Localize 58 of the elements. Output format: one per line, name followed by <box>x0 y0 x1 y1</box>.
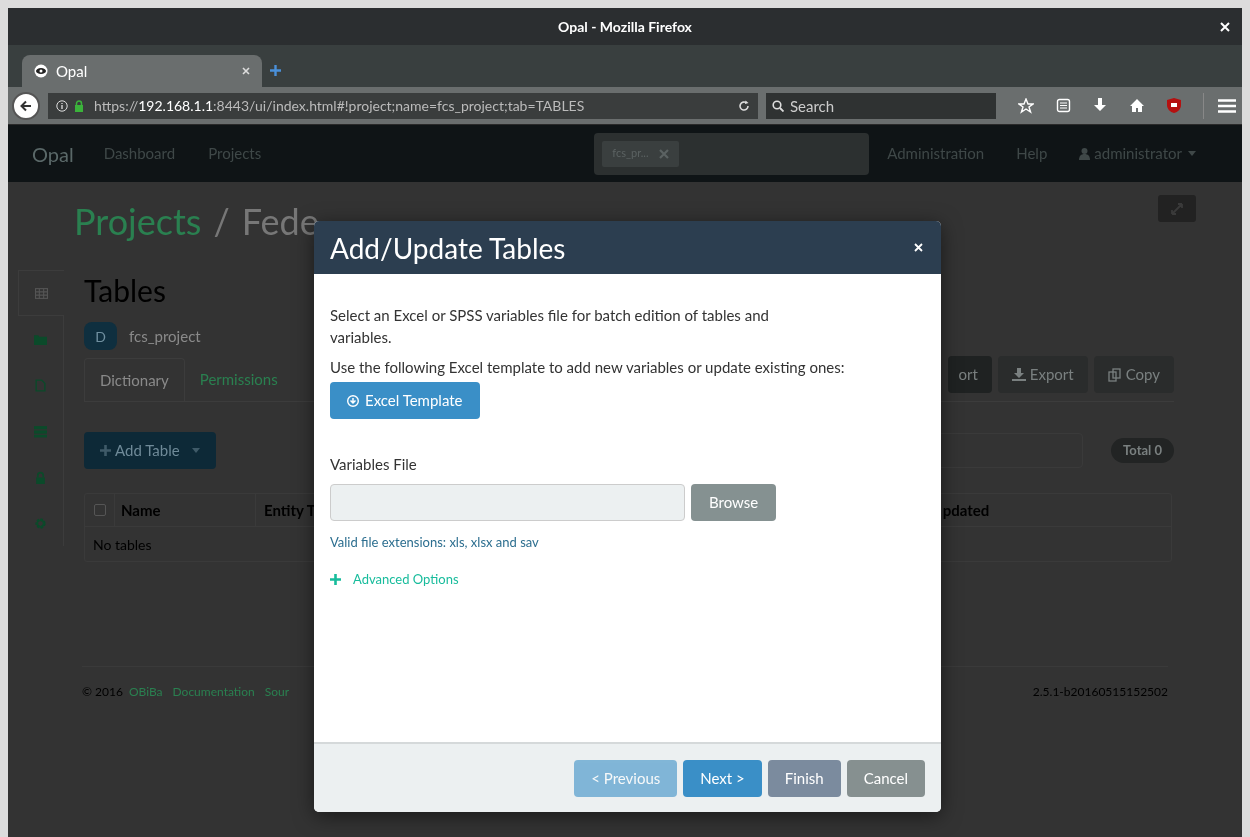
caret-icon <box>191 448 200 453</box>
breadcrumb-link[interactable]: Projects <box>74 194 202 248</box>
action-button[interactable]: Export <box>997 356 1088 393</box>
breadcrumb-separator: / <box>213 198 230 245</box>
footer-link[interactable]: Sour <box>264 683 290 701</box>
reader-icon[interactable] <box>1056 98 1071 113</box>
file-hint: Valid file extensions: xls, xlsx and sav <box>330 532 540 552</box>
download-circle-icon <box>347 394 359 407</box>
copy-icon <box>1107 367 1122 382</box>
advanced-options-link[interactable]: Advanced Options <box>330 570 925 590</box>
arrow-left-icon <box>20 99 32 112</box>
eye-icon <box>34 64 48 78</box>
file-input[interactable] <box>330 483 685 521</box>
file-label: Variables File <box>330 454 418 475</box>
wizard-button[interactable]: Cancel <box>846 759 925 797</box>
caret-icon <box>1187 151 1196 156</box>
template-hint: Use the following Excel template to add new variables or update existing ones: <box>330 357 846 378</box>
total-badge: Total 0 <box>1111 438 1174 463</box>
menu-icon[interactable] <box>1218 98 1236 113</box>
user-icon <box>1079 147 1091 160</box>
plus-icon[interactable] <box>270 65 281 76</box>
excel-template-button[interactable]: Excel Template <box>330 382 480 419</box>
footer-link[interactable]: Documentation <box>172 683 255 701</box>
plus-icon <box>100 445 111 456</box>
footer-link[interactable]: OBiBa <box>128 683 163 701</box>
url-text: https://192.168.1.1:8443/ui/index.html#!project;name=fcs_project;tab=TABLES <box>94 96 586 116</box>
browse-button[interactable]: Browse <box>691 483 777 521</box>
back-button[interactable] <box>12 91 40 120</box>
select-all-checkbox[interactable] <box>93 504 106 516</box>
download-icon <box>1011 368 1026 381</box>
brand-logo[interactable]: Opal <box>32 138 74 169</box>
modal-title: Add/Update Tables <box>330 229 566 267</box>
lock-icon <box>74 99 84 112</box>
intro-text: Select an Excel or SPSS variables file for batch edition of tables and variables. <box>330 305 770 348</box>
url-field[interactable]: https://192.168.1.1:8443/ui/index.html#!project;name=fcs_project;tab=TABLES <box>48 92 758 119</box>
page-tab[interactable]: Permissions <box>184 358 293 401</box>
expand-icon <box>1171 202 1183 215</box>
home-icon[interactable] <box>1129 98 1145 113</box>
info-icon <box>56 99 68 112</box>
star-icon[interactable] <box>1018 97 1034 114</box>
reload-icon[interactable] <box>738 99 750 112</box>
add-table-button[interactable]: Add Table <box>84 432 216 469</box>
action-button[interactable]: Copy <box>1093 356 1174 393</box>
project-name: fcs_project <box>129 325 201 347</box>
project-title: Fede <box>241 198 319 245</box>
wizard-button[interactable]: Next > <box>683 759 762 797</box>
browser-tab[interactable]: Opal <box>22 55 262 87</box>
wizard-button[interactable]: Finish <box>767 759 841 797</box>
page-tab[interactable]: Dictionary <box>84 358 185 401</box>
tab-label: Opal <box>56 60 89 82</box>
plus-icon <box>330 574 341 586</box>
search-icon <box>772 99 784 112</box>
window-title: Opal - Mozilla Firefox <box>558 17 692 37</box>
project-badge: D <box>84 322 117 350</box>
shield-icon[interactable] <box>1167 98 1181 113</box>
action-button[interactable]: ort <box>948 356 992 393</box>
search-field[interactable]: Search <box>766 92 996 119</box>
download-icon[interactable] <box>1093 98 1107 113</box>
